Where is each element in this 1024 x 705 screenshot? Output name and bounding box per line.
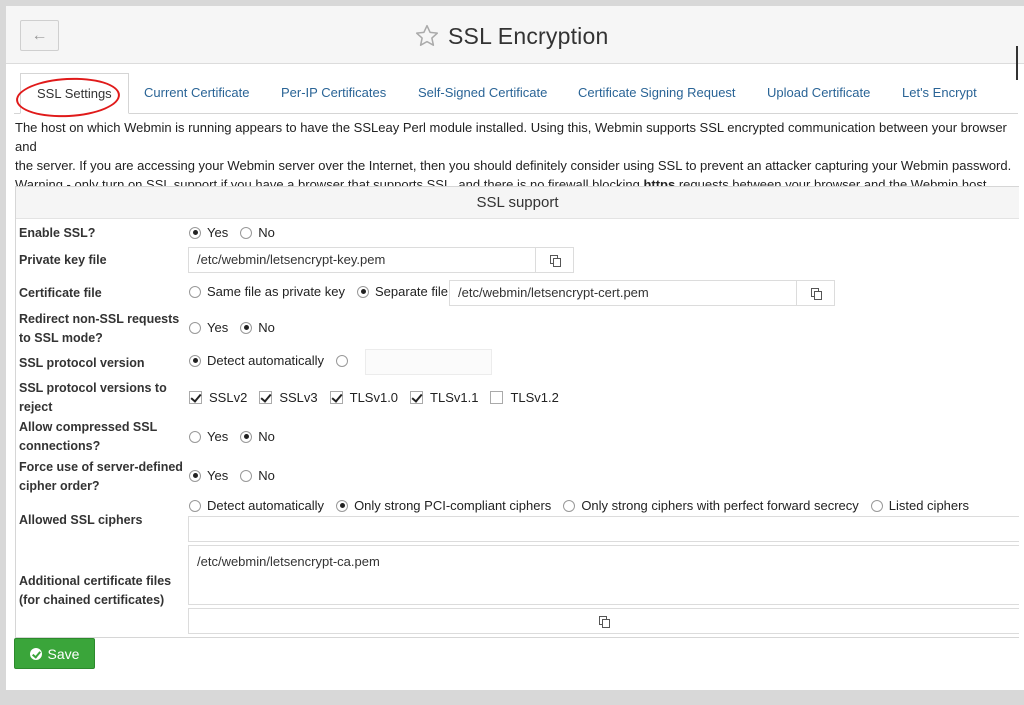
- cert-same-file[interactable]: Same file as private key: [189, 284, 345, 299]
- enable-ssl-no[interactable]: No: [240, 225, 275, 240]
- radio-unchecked[interactable]: [240, 226, 253, 239]
- enable-ssl-label: Enable SSL?: [19, 226, 96, 240]
- tab-certificate-signing-request[interactable]: Certificate Signing Request: [578, 73, 736, 113]
- compressed-label: Allow compressed SSL connections?: [19, 420, 158, 453]
- private-key-label: Private key file: [19, 253, 107, 267]
- ciphers-radios: Detect automatically Only strong PCI-com…: [189, 498, 981, 513]
- checkbox-checked[interactable]: [329, 391, 343, 404]
- protocol-manual[interactable]: [336, 354, 354, 367]
- file-chooser-icon: [599, 616, 610, 628]
- radio-unchecked[interactable]: [189, 321, 201, 334]
- arrow-left-icon: ←: [31, 26, 48, 44]
- page-title-group: SSL Encryption: [414, 20, 608, 52]
- tab-upload-certificate[interactable]: Upload Certificate: [767, 73, 870, 113]
- cert-separate-file[interactable]: Separate file: [357, 284, 448, 299]
- tabs-divider: [14, 113, 1018, 114]
- extra-certs-file-chooser[interactable]: [188, 608, 1019, 634]
- reject-sslv3[interactable]: SSLv3: [259, 390, 318, 405]
- protocol-version-label: SSL protocol version: [19, 356, 145, 370]
- title-bar: ← SSL Encryption: [6, 6, 1024, 64]
- private-key-file-chooser[interactable]: [535, 247, 574, 273]
- radio-unchecked[interactable]: [563, 499, 576, 512]
- cert-file-input[interactable]: /etc/webmin/letsencrypt-cert.pem: [449, 280, 797, 306]
- radio-unchecked[interactable]: [240, 469, 253, 482]
- reject-tlsv1-1[interactable]: TLSv1.1: [410, 390, 478, 405]
- ciphers-pfs[interactable]: Only strong ciphers with perfect forward…: [563, 498, 859, 513]
- cert-file-label: Certificate file: [19, 286, 102, 300]
- tab-per-ip-certificates[interactable]: Per-IP Certificates: [281, 73, 386, 113]
- redirect-yes[interactable]: Yes: [189, 320, 228, 335]
- checkbox-checked[interactable]: [189, 391, 202, 404]
- radio-checked[interactable]: [189, 226, 201, 239]
- ssl-support-section: SSL support Enable SSL? Yes No Private k…: [15, 186, 1019, 638]
- radio-checked[interactable]: [240, 430, 253, 443]
- cipher-order-no[interactable]: No: [240, 468, 275, 483]
- checkbox-checked[interactable]: [259, 391, 273, 404]
- radio-unchecked[interactable]: [189, 430, 201, 443]
- cert-file-radios: Same file as private key Separate file: [189, 284, 460, 299]
- radio-unchecked[interactable]: [189, 285, 201, 298]
- checkbox-checked[interactable]: [410, 391, 424, 404]
- back-button[interactable]: ←: [20, 20, 59, 51]
- radio-checked[interactable]: [336, 499, 349, 512]
- file-chooser-icon: [549, 255, 561, 267]
- reject-sslv2[interactable]: SSLv2: [189, 390, 247, 405]
- ciphers-input[interactable]: [188, 516, 1019, 542]
- cipher-order-label: Force use of server-defined cipher order?: [19, 460, 183, 493]
- reject-versions-checkboxes: SSLv2 SSLv3 TLSv1.0 TLSv1.1 TLSv1.2: [189, 390, 571, 405]
- compressed-no[interactable]: No: [240, 429, 275, 444]
- tab-self-signed-certificate[interactable]: Self-Signed Certificate: [418, 73, 547, 113]
- private-key-input[interactable]: /etc/webmin/letsencrypt-key.pem: [188, 247, 536, 273]
- reject-tlsv1-2[interactable]: TLSv1.2: [490, 390, 559, 405]
- star-outline-icon[interactable]: [414, 23, 440, 49]
- redirect-label: Redirect non-SSL requests to SSL mode?: [19, 312, 180, 345]
- intro-line: The host on which Webmin is running appe…: [15, 120, 1007, 154]
- check-circle-icon: [29, 647, 42, 660]
- cipher-order-yes[interactable]: Yes: [189, 468, 228, 483]
- radio-unchecked[interactable]: [870, 499, 883, 512]
- file-chooser-icon: [810, 288, 822, 300]
- reject-versions-label: SSL protocol versions to reject: [19, 381, 167, 414]
- protocol-auto[interactable]: Detect automatically: [189, 353, 324, 368]
- ciphers-listed[interactable]: Listed ciphers: [870, 498, 969, 513]
- checkbox-unchecked[interactable]: [490, 391, 504, 404]
- enable-ssl-radios: Yes No: [189, 225, 287, 240]
- radio-unchecked[interactable]: [189, 499, 201, 512]
- tab-lets-encrypt[interactable]: Let's Encrypt: [902, 73, 977, 113]
- compressed-radios: Yes No: [189, 429, 287, 444]
- redirect-no[interactable]: No: [240, 320, 275, 335]
- ciphers-pci[interactable]: Only strong PCI-compliant ciphers: [336, 498, 551, 513]
- protocol-version-input[interactable]: [365, 349, 492, 375]
- ciphers-auto[interactable]: Detect automatically: [189, 498, 324, 513]
- extra-certs-textarea[interactable]: /etc/webmin/letsencrypt-ca.pem: [188, 545, 1019, 605]
- radio-checked[interactable]: [189, 354, 201, 367]
- save-label: Save: [47, 645, 80, 662]
- radio-checked[interactable]: [189, 469, 201, 482]
- reject-tlsv1-0[interactable]: TLSv1.0: [329, 390, 398, 405]
- cert-file-chooser[interactable]: [796, 280, 835, 306]
- save-button[interactable]: Save: [14, 638, 95, 669]
- intro-text: The host on which Webmin is running appe…: [15, 118, 1020, 194]
- tab-current-certificate[interactable]: Current Certificate: [144, 73, 249, 113]
- radio-checked[interactable]: [240, 321, 253, 334]
- cipher-order-radios: Yes No: [189, 468, 287, 483]
- ciphers-label: Allowed SSL ciphers: [19, 513, 143, 527]
- redirect-radios: Yes No: [189, 320, 287, 335]
- compressed-yes[interactable]: Yes: [189, 429, 228, 444]
- radio-unchecked[interactable]: [336, 354, 349, 367]
- extra-certs-label: Additional certificate files (for chained…: [19, 574, 172, 607]
- intro-line: the server. If you are accessing your We…: [15, 158, 1012, 173]
- radio-checked[interactable]: [357, 285, 370, 298]
- protocol-version-radios: Detect automatically: [189, 353, 366, 368]
- section-title: SSL support: [16, 187, 1019, 219]
- scrollbar-handle[interactable]: [1016, 46, 1018, 80]
- page-title: SSL Encryption: [448, 22, 609, 49]
- enable-ssl-yes[interactable]: Yes: [189, 225, 228, 240]
